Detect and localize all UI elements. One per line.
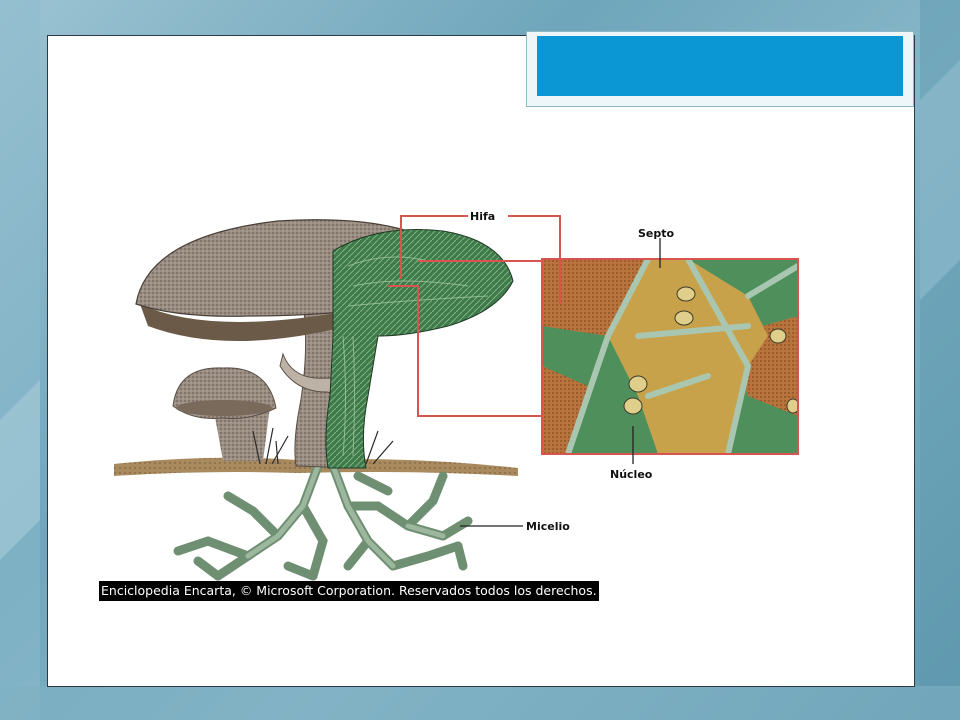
copyright-caption: Enciclopedia Encarta, © Microsoft Corpor… (99, 581, 599, 601)
label-septo: Septo (638, 227, 675, 240)
mycelium (173, 461, 473, 581)
small-mushroom (172, 367, 277, 461)
label-micelio: Micelio (526, 520, 570, 533)
magnified-hyphae-view (541, 258, 799, 455)
label-hifa: Hifa (470, 210, 495, 223)
slide-canvas: Hifa Septo Núcleo Micelio Enciclopedia E… (47, 31, 915, 687)
label-nucleo: Núcleo (610, 468, 653, 481)
